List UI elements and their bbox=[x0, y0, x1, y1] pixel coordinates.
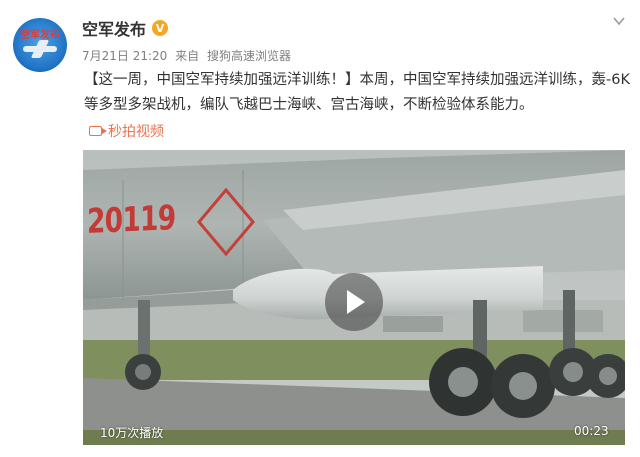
video-camera-icon bbox=[89, 126, 107, 136]
post-meta: 7月21日 21:20 来自 搜狗高速浏览器 bbox=[82, 47, 291, 64]
avatar-plane-body bbox=[23, 46, 57, 52]
play-button[interactable] bbox=[325, 273, 383, 331]
source-prefix: 来自 bbox=[175, 49, 200, 63]
chevron-down-icon[interactable] bbox=[612, 14, 626, 28]
avatar[interactable]: 空军发布 bbox=[13, 18, 67, 72]
verified-badge-icon: V bbox=[152, 20, 169, 36]
name-row: 空军发布 V bbox=[82, 16, 169, 40]
video-view-count: 10万次播放 bbox=[100, 426, 164, 440]
video-link-label: 秒拍视频 bbox=[108, 124, 164, 140]
avatar-logo-text: 空军发布 bbox=[20, 30, 60, 41]
username[interactable]: 空军发布 bbox=[82, 16, 146, 40]
video-duration: 00:23 bbox=[574, 424, 609, 438]
post-timestamp[interactable]: 7月21日 21:20 bbox=[82, 49, 167, 63]
video-link[interactable]: 秒拍视频 bbox=[89, 120, 164, 142]
post-source[interactable]: 搜狗高速浏览器 bbox=[207, 49, 291, 63]
post-text: 【这一周，中国空军持续加强远洋训练！】本周，中国空军持续加强远洋训练，轰-6K等… bbox=[84, 72, 630, 113]
tail-number: 20119 bbox=[87, 198, 176, 242]
